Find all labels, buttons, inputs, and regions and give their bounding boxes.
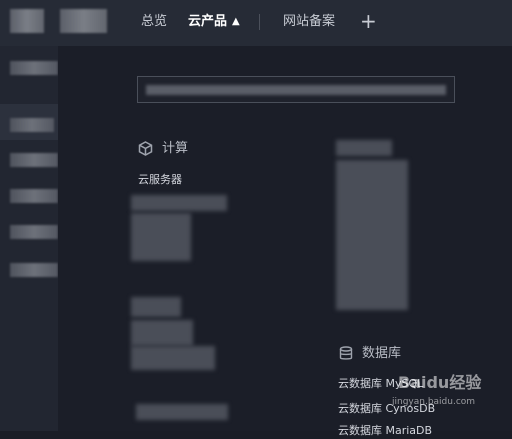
top-navigation-bar: 总览 云产品 ▲ 网站备案 + <box>0 0 512 46</box>
account-blurred[interactable] <box>60 9 107 33</box>
sidebar-item-blurred[interactable] <box>10 118 54 132</box>
sidebar-item-blurred[interactable] <box>10 153 58 167</box>
nav-cloud-products[interactable]: 云产品 <box>188 13 227 31</box>
nav-overview[interactable]: 总览 <box>141 13 167 31</box>
blurred-links[interactable] <box>131 213 191 261</box>
blurred-links[interactable] <box>131 297 181 317</box>
add-shortcut-icon[interactable]: + <box>360 9 377 33</box>
link-cvm[interactable]: 云服务器 <box>138 172 182 188</box>
sidebar-item-blurred[interactable] <box>10 225 58 239</box>
blurred-links[interactable] <box>131 195 227 211</box>
sidebar-item-blurred[interactable] <box>10 189 58 203</box>
blurred-links[interactable] <box>336 160 408 310</box>
blurred-category[interactable] <box>336 140 392 156</box>
watermark-brand: Baidu经验 <box>398 373 482 392</box>
nav-icp-filing[interactable]: 网站备案 <box>283 13 335 31</box>
category-title-compute: 计算 <box>162 141 189 156</box>
chevron-up-icon[interactable]: ▲ <box>232 13 240 31</box>
watermark-url: jingyan.baidu.com <box>392 397 476 407</box>
category-title-database: 数据库 <box>362 346 402 361</box>
nav-divider <box>259 14 260 30</box>
database-icon <box>339 346 353 360</box>
search-placeholder-blurred <box>146 85 446 95</box>
product-search-input[interactable] <box>137 76 455 103</box>
blurred-links[interactable] <box>131 320 193 346</box>
sidebar-item-blurred[interactable] <box>10 61 58 75</box>
link-mariadb[interactable]: 云数据库 MariaDB <box>338 423 432 439</box>
cube-icon <box>138 141 153 156</box>
blurred-links[interactable] <box>131 346 215 370</box>
sidebar-item-blurred[interactable] <box>10 263 58 277</box>
logo-blurred[interactable] <box>10 9 44 33</box>
blurred-links[interactable] <box>136 404 228 420</box>
